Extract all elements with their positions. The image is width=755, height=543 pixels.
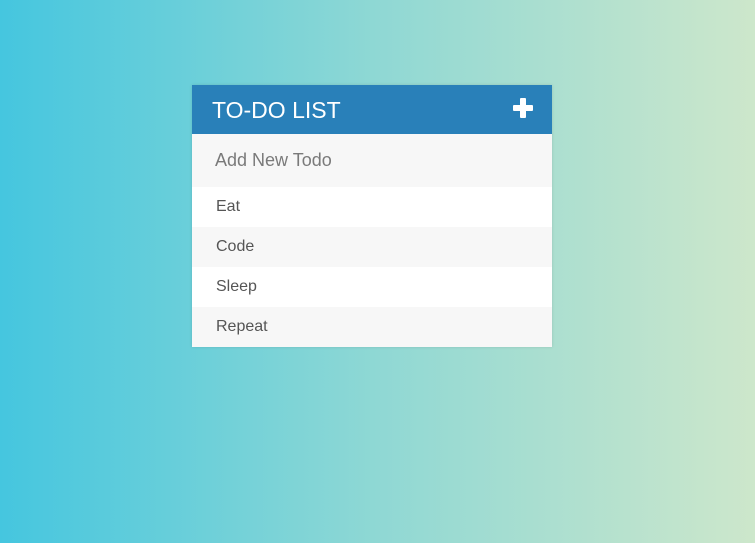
todo-item-code[interactable]: Code	[192, 227, 552, 267]
todo-title: TO-DO LIST	[212, 97, 341, 123]
todo-card: TO-DO LIST Eat Code Sleep Repeat	[192, 85, 552, 347]
todo-list: Eat Code Sleep Repeat	[192, 187, 552, 347]
todo-header: TO-DO LIST	[192, 85, 552, 134]
todo-item-sleep[interactable]: Sleep	[192, 267, 552, 307]
plus-icon[interactable]	[513, 97, 533, 118]
add-todo-input[interactable]	[192, 134, 552, 187]
todo-item-repeat[interactable]: Repeat	[192, 307, 552, 347]
todo-item-eat[interactable]: Eat	[192, 187, 552, 227]
